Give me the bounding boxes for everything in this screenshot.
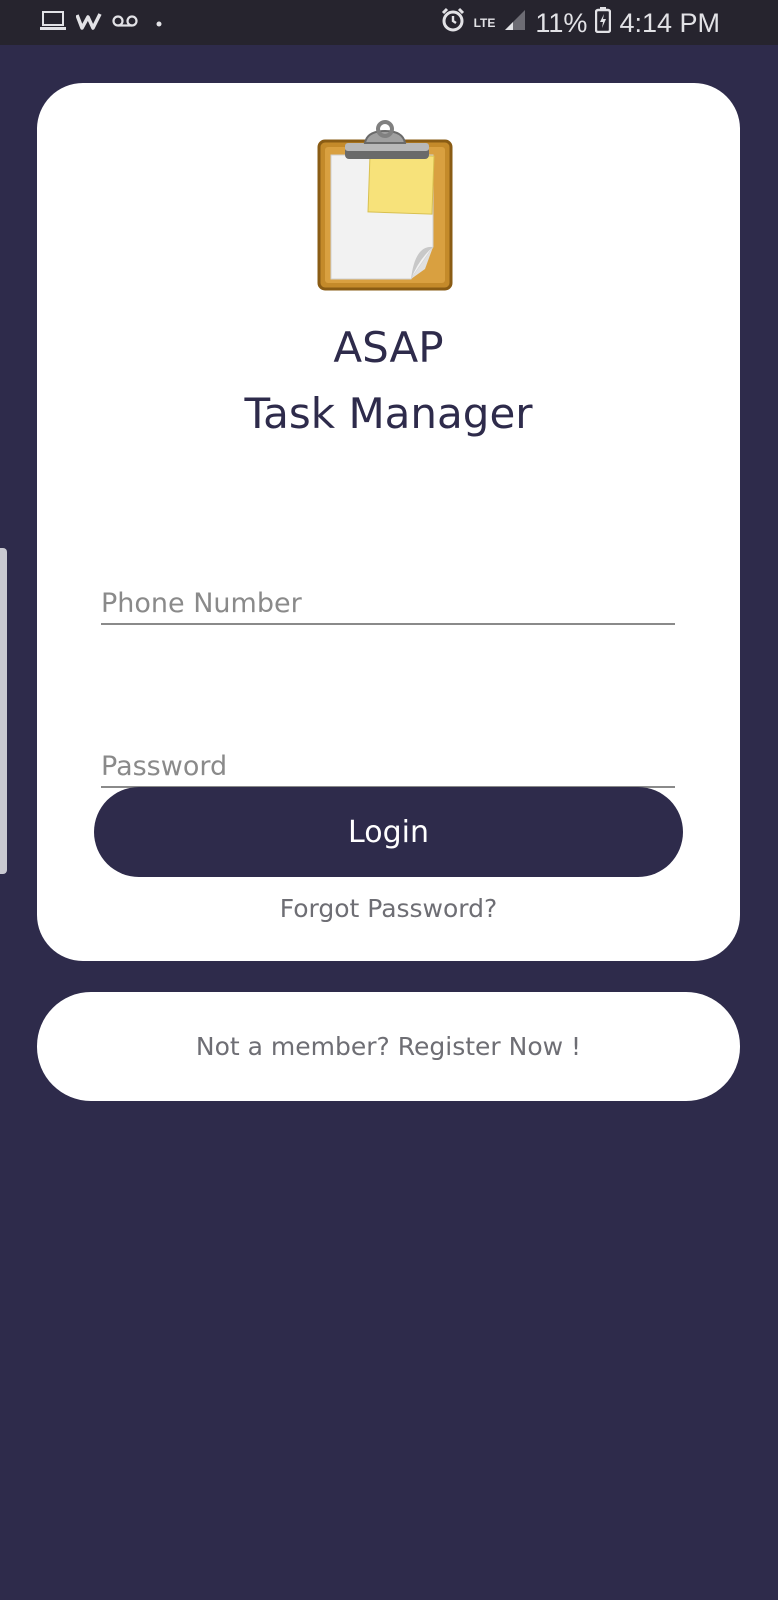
w-app-icon: [75, 11, 102, 36]
clipboard-icon: [315, 119, 455, 291]
phone-number-input[interactable]: [101, 569, 675, 623]
clock: 4:14 PM: [619, 7, 720, 38]
app-subtitle: Task Manager: [244, 389, 533, 438]
battery-percent: 11%: [535, 7, 588, 38]
status-bar-left: [40, 10, 162, 36]
edge-panel-handle[interactable]: [0, 548, 7, 874]
status-bar-right: LTE 11% 4:14 PM: [440, 6, 720, 40]
alarm-icon: [440, 7, 466, 40]
login-card: ASAP Task Manager Login Forgot Password?: [37, 83, 740, 961]
laptop-icon: [40, 10, 66, 36]
network-type: LTE: [473, 16, 496, 30]
battery-icon: [595, 6, 612, 40]
forgot-password-link[interactable]: Forgot Password?: [37, 889, 740, 929]
login-button[interactable]: Login: [94, 787, 683, 877]
status-bar: LTE 11% 4:14 PM: [0, 0, 778, 45]
voicemail-icon: [112, 14, 138, 33]
password-input[interactable]: [101, 732, 675, 786]
password-field: [101, 732, 675, 788]
signal-icon: [503, 8, 527, 39]
register-link[interactable]: Not a member? Register Now !: [37, 992, 740, 1101]
dot-icon: [156, 14, 162, 32]
app-title: ASAP: [333, 323, 444, 372]
phone-number-field: [101, 569, 675, 625]
